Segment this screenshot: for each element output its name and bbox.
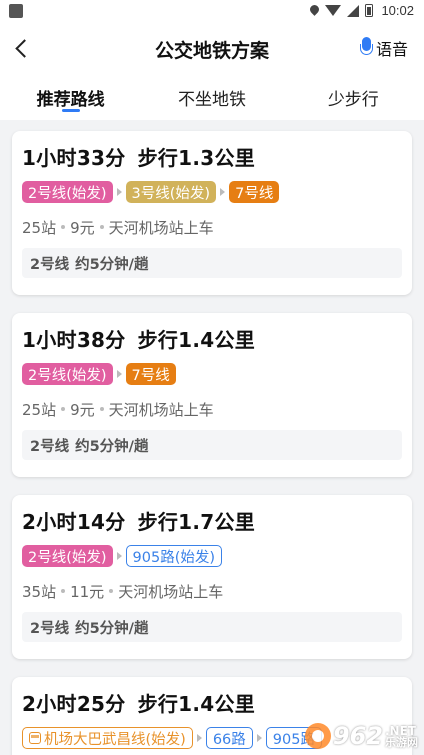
watermark: 962 .NET 乐游网 bbox=[304, 722, 418, 750]
stop-count: 35站 bbox=[22, 582, 57, 601]
route-walk: 步行1.4公里 bbox=[137, 692, 256, 716]
notification-icon bbox=[9, 4, 23, 18]
separator-dot bbox=[99, 407, 104, 411]
separator-dot bbox=[61, 225, 66, 229]
bus-chip-label: 机场大巴武昌线(始发) bbox=[44, 731, 186, 748]
status-time: 10:02 bbox=[381, 3, 414, 18]
watermark-number: 962 bbox=[332, 722, 383, 750]
tab-no-subway[interactable]: 不坐地铁 bbox=[141, 74, 282, 120]
microphone-icon bbox=[359, 37, 373, 59]
frequency-line: 2号线 bbox=[30, 256, 70, 273]
route-segments: 2号线(始发) 3号线(始发) 7号线 bbox=[22, 180, 402, 204]
route-card[interactable]: 2小时14分 步行1.7公里 2号线(始发) 905路(始发) 35站 11元 天… bbox=[12, 495, 412, 659]
route-summary: 1小时38分 步行1.4公里 bbox=[22, 324, 402, 354]
route-walk: 步行1.4公里 bbox=[137, 328, 256, 352]
stop-count: 25站 bbox=[22, 218, 57, 237]
transfer-arrow-icon bbox=[116, 188, 122, 196]
fare: 9元 bbox=[70, 218, 95, 237]
route-summary: 1小时33分 步行1.3公里 bbox=[22, 142, 402, 172]
watermark-site: 乐游网 bbox=[385, 735, 418, 749]
signal-icon bbox=[347, 4, 360, 17]
route-summary: 2小时25分 步行1.4公里 bbox=[22, 688, 402, 718]
frequency-text: 约5分钟/趟 bbox=[75, 620, 149, 637]
transfer-arrow-icon bbox=[196, 734, 202, 742]
stop-count: 25站 bbox=[22, 400, 57, 419]
route-walk: 步行1.3公里 bbox=[137, 146, 256, 170]
route-summary: 2小时14分 步行1.7公里 bbox=[22, 506, 402, 536]
location-icon bbox=[310, 5, 319, 17]
frequency-text: 约5分钟/趟 bbox=[75, 256, 149, 273]
route-segments: 2号线(始发) 7号线 bbox=[22, 362, 402, 386]
status-bar: 10:02 bbox=[0, 0, 424, 22]
voice-button[interactable]: 语音 bbox=[359, 36, 408, 60]
watermark-net: .NET bbox=[385, 723, 416, 738]
line-chip: 2号线(始发) bbox=[22, 363, 113, 385]
tab-label: 推荐路线 bbox=[36, 90, 105, 110]
line-chip: 2号线(始发) bbox=[22, 545, 113, 567]
separator-dot bbox=[61, 589, 66, 593]
route-tabs: 推荐路线 不坐地铁 少步行 bbox=[0, 74, 424, 120]
boarding-station: 天河机场站上车 bbox=[108, 400, 214, 419]
frequency-line: 2号线 bbox=[30, 620, 70, 637]
line-chip: 7号线 bbox=[229, 181, 280, 203]
frequency-info: 2号线 约5分钟/趟 bbox=[22, 612, 402, 642]
bus-chip: 66路 bbox=[205, 727, 253, 749]
route-list: 1小时33分 步行1.3公里 2号线(始发) 3号线(始发) 7号线 25站 9元… bbox=[0, 120, 424, 755]
tab-indicator bbox=[61, 109, 80, 112]
line-chip: 7号线 bbox=[125, 363, 176, 385]
fare: 11元 bbox=[70, 582, 105, 601]
separator-dot bbox=[61, 407, 66, 411]
route-walk: 步行1.7公里 bbox=[137, 510, 256, 534]
route-segments: 2号线(始发) 905路(始发) bbox=[22, 544, 402, 568]
tab-label: 少步行 bbox=[327, 90, 379, 110]
route-meta: 35站 11元 天河机场站上车 bbox=[22, 581, 402, 601]
boarding-station: 天河机场站上车 bbox=[108, 218, 214, 237]
line-chip: 3号线(始发) bbox=[125, 181, 217, 203]
route-card[interactable]: 1小时38分 步行1.4公里 2号线(始发) 7号线 25站 9元 天河机场站上车… bbox=[12, 313, 412, 477]
voice-label: 语音 bbox=[375, 40, 408, 59]
line-chip: 2号线(始发) bbox=[22, 181, 113, 203]
tab-label: 不坐地铁 bbox=[177, 90, 246, 110]
separator-dot bbox=[99, 225, 104, 229]
tab-less-walking[interactable]: 少步行 bbox=[283, 74, 424, 120]
header: 公交地铁方案 语音 bbox=[0, 22, 424, 74]
bus-chip: 905路(始发) bbox=[125, 545, 223, 567]
frequency-line: 2号线 bbox=[30, 438, 70, 455]
tab-recommended[interactable]: 推荐路线 bbox=[0, 74, 141, 120]
transfer-arrow-icon bbox=[116, 552, 122, 560]
route-duration: 1小时33分 bbox=[22, 146, 126, 170]
frequency-text: 约5分钟/趟 bbox=[75, 438, 149, 455]
watermark-side: .NET 乐游网 bbox=[385, 725, 418, 748]
transfer-arrow-icon bbox=[256, 734, 262, 742]
route-meta: 25站 9元 天河机场站上车 bbox=[22, 217, 402, 237]
watermark-logo-icon bbox=[304, 723, 331, 749]
fare: 9元 bbox=[70, 400, 95, 419]
transfer-arrow-icon bbox=[220, 188, 226, 196]
route-duration: 2小时14分 bbox=[22, 510, 126, 534]
route-card[interactable]: 1小时33分 步行1.3公里 2号线(始发) 3号线(始发) 7号线 25站 9元… bbox=[12, 131, 412, 295]
bus-chip: 机场大巴武昌线(始发) bbox=[22, 727, 193, 749]
frequency-info: 2号线 约5分钟/趟 bbox=[22, 248, 402, 278]
boarding-station: 天河机场站上车 bbox=[118, 582, 224, 601]
battery-icon bbox=[365, 4, 374, 17]
route-duration: 2小时25分 bbox=[22, 692, 126, 716]
separator-dot bbox=[109, 589, 114, 593]
route-duration: 1小时38分 bbox=[22, 328, 126, 352]
wifi-icon bbox=[325, 5, 342, 16]
transfer-arrow-icon bbox=[116, 370, 122, 378]
frequency-info: 2号线 约5分钟/趟 bbox=[22, 430, 402, 460]
route-meta: 25站 9元 天河机场站上车 bbox=[22, 399, 402, 419]
bus-icon bbox=[29, 732, 41, 744]
